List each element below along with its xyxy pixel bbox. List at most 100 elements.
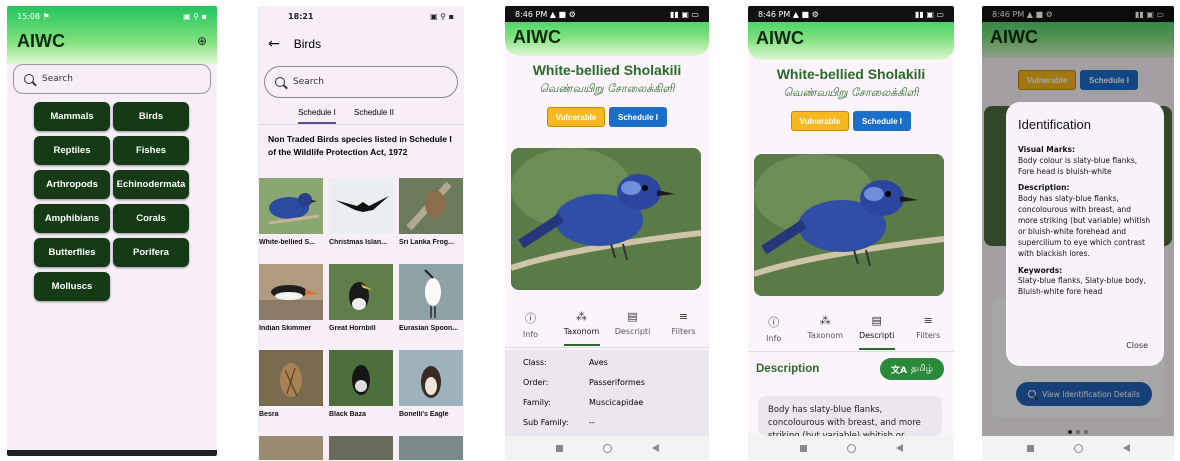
tab-info[interactable]: ⓘ Info — [749, 314, 799, 343]
category-button[interactable]: Amphibians — [34, 204, 110, 233]
app-title: AIWC — [756, 27, 804, 48]
bird-thumbnail[interactable] — [259, 350, 323, 406]
eagle-image — [399, 350, 463, 406]
status-badge: Vulnerable — [547, 107, 605, 127]
bird-thumbnail[interactable] — [259, 178, 323, 234]
home-button[interactable] — [846, 443, 856, 453]
search-input[interactable]: Search — [264, 66, 458, 98]
tab-schedule-1[interactable]: Schedule I — [298, 108, 336, 124]
category-button[interactable]: Echinodermata — [113, 170, 189, 199]
info-icon: ⓘ — [768, 316, 780, 329]
back-button[interactable] — [895, 444, 903, 452]
tab-underline — [563, 344, 600, 346]
bird-thumbnail[interactable] — [329, 436, 393, 460]
schedule-badge: Schedule I — [609, 107, 667, 127]
description-label: Description: — [1018, 183, 1070, 193]
tab-description[interactable]: ▤ Descripti — [608, 310, 658, 336]
app-bar: AIWC — [748, 22, 954, 54]
recents-button[interactable] — [799, 444, 807, 452]
recents-button[interactable] — [555, 444, 563, 452]
screen-birds-list: 18:21 ▣ ⚲ ▪ ← Birds Search Schedule I Sc… — [258, 6, 464, 460]
keywords-label: Keywords: — [1018, 265, 1063, 275]
category-button[interactable]: Arthropods — [34, 170, 110, 199]
info-icon: ⓘ — [525, 312, 536, 325]
status-badge: Vulnerable — [791, 111, 849, 131]
detail-tabs: ⓘ Info ⁂ Taxonom ▤ Descripti ≡ Filters — [505, 302, 709, 348]
status-icons: ▮▮ ▣ ▭ — [669, 9, 699, 19]
category-button[interactable]: Reptiles — [34, 136, 110, 165]
identification-dialog: Identification Visual Marks: Body colour… — [1006, 102, 1164, 366]
home-button[interactable] — [602, 443, 612, 453]
filter-icon: ≡ — [678, 310, 689, 323]
app-title: AIWC — [513, 26, 561, 47]
tab-label: Descripti — [614, 327, 651, 336]
hierarchy-icon: ⁂ — [819, 314, 831, 327]
globe-icon[interactable]: ⊕ — [197, 34, 207, 48]
category-button[interactable]: Porifera — [113, 238, 189, 267]
back-arrow-icon[interactable]: ← — [268, 36, 280, 52]
category-button[interactable]: Corals — [113, 204, 189, 233]
bird-name: Besra — [259, 411, 279, 418]
taxonomy-row: Class: Aves — [523, 352, 709, 372]
hierarchy-icon: ⁂ — [576, 310, 587, 323]
back-button[interactable] — [1122, 444, 1130, 452]
screen-home: 15:08 ⚑ ▣ ⚲ ▪ AIWC ⊕ Search Mammals Bird… — [7, 6, 217, 456]
translate-icon: 文A — [891, 365, 907, 376]
bird-thumbnail[interactable] — [399, 350, 463, 406]
category-button[interactable]: Mammals — [34, 102, 110, 131]
species-name-tamil: வெண்வயிறு சோலைக்கிளி — [783, 86, 919, 99]
status-bar: 8:46 PM ▲ ■ ⚙ ▮▮ ▣ ▭ — [505, 6, 709, 22]
bird-thumbnail[interactable] — [329, 264, 393, 320]
tab-schedule-2[interactable]: Schedule II — [354, 108, 394, 124]
bird-thumbnail[interactable] — [329, 178, 393, 234]
bird-thumbnail[interactable] — [259, 436, 323, 460]
section-title: Description — [756, 363, 820, 375]
tab-label: Filters — [916, 331, 941, 340]
search-input[interactable]: Search — [13, 64, 211, 94]
top-bar: ← Birds — [258, 26, 464, 62]
search-icon — [275, 77, 285, 87]
tab-description[interactable]: ▤ Descripti — [852, 314, 902, 350]
translate-label: தமிழ் — [911, 363, 933, 374]
tab-filters[interactable]: ≡ Filters — [903, 314, 953, 340]
bird-name: White-bellied S... — [259, 239, 316, 246]
translate-button[interactable]: 文A தமிழ் — [880, 358, 944, 380]
bird-thumbnail[interactable] — [399, 436, 463, 460]
dialog-title: Identification — [1018, 117, 1091, 132]
close-button[interactable]: Close — [1126, 340, 1148, 352]
tab-info[interactable]: ⓘ Info — [506, 310, 556, 339]
species-photo — [754, 154, 944, 296]
frigatebird-image — [329, 178, 393, 234]
bird-name: Great Hornbill — [329, 325, 376, 332]
screen-species-description: 8:46 PM ▲ ■ ⚙ ▮▮ ▣ ▭ AIWC White-bellied … — [748, 6, 954, 460]
status-time: 15:08 ⚑ — [17, 11, 50, 21]
recents-button[interactable] — [1026, 444, 1034, 452]
app-bar: AIWC — [505, 22, 709, 52]
status-icons: ▣ ⚲ ▪ — [430, 11, 454, 21]
category-button[interactable]: Butterflies — [34, 238, 110, 267]
category-button[interactable]: Molluscs — [34, 272, 110, 301]
tab-underline — [298, 122, 336, 124]
description-text: Body has slaty-blue flanks, concolourous… — [1018, 194, 1151, 258]
bird-thumbnail[interactable] — [329, 350, 393, 406]
species-name: White-bellied Sholakili — [776, 66, 926, 82]
app-bar: AIWC ⊕ — [7, 26, 217, 56]
bird-thumbnail[interactable] — [259, 264, 323, 320]
visual-marks-label: Visual Marks: — [1018, 144, 1075, 154]
bird-thumbnail[interactable] — [399, 264, 463, 320]
status-bar: 18:21 ▣ ⚲ ▪ — [258, 6, 464, 26]
system-nav-bar — [982, 436, 1174, 460]
home-button[interactable] — [1073, 443, 1083, 453]
category-button[interactable]: Fishes — [113, 136, 189, 165]
frogmouth-image — [399, 178, 463, 234]
taxonomy-value: -- — [589, 417, 595, 427]
tab-filters[interactable]: ≡ Filters — [659, 310, 709, 336]
category-button[interactable]: Birds — [113, 102, 189, 131]
app-title: AIWC — [17, 30, 65, 51]
tab-taxonomy[interactable]: ⁂ Taxonom — [557, 310, 607, 346]
tab-taxonomy[interactable]: ⁂ Taxonom — [800, 314, 850, 340]
bird-thumbnail[interactable] — [399, 178, 463, 234]
search-placeholder: Search — [293, 77, 324, 87]
back-button[interactable] — [651, 444, 659, 452]
hornbill-image — [329, 264, 393, 320]
